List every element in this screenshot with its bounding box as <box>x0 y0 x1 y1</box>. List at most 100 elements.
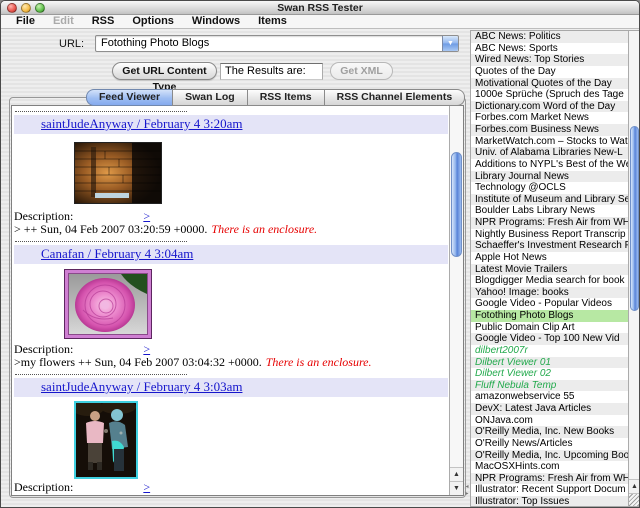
list-item[interactable]: Univ. of Alabama Libraries New-L <box>471 147 628 159</box>
menu-windows[interactable]: Windows <box>183 15 249 28</box>
list-item[interactable]: dilbert2007r <box>471 345 628 357</box>
list-item[interactable]: O'Reilly Media, Inc. Upcoming Boo <box>471 450 628 462</box>
more-link[interactable]: > <box>143 480 150 494</box>
list-item[interactable]: NPR Programs: Fresh Air from WH <box>471 217 628 229</box>
list-item[interactable]: Forbes.com Market News <box>471 112 628 124</box>
tab-feed-viewer[interactable]: Feed Viewer <box>86 89 173 106</box>
list-item[interactable]: Institute of Museum and Library Se <box>471 194 628 206</box>
list-item[interactable]: DevX: Latest Java Articles <box>471 403 628 415</box>
sidebar-h-scroll-arrows[interactable]: ◂ ▸ <box>464 484 470 498</box>
list-item[interactable]: Fluff Nebula Temp <box>471 380 628 392</box>
app-window: Swan RSS Tester FileEditRSSOptionsWindow… <box>0 0 640 508</box>
description-label: Description: <box>14 209 73 223</box>
list-item[interactable]: Illustrator: Top Issues <box>471 496 628 506</box>
list-item[interactable]: Dilbert Viewer 02 <box>471 368 628 380</box>
scroll-right-arrow-icon[interactable]: ▸ <box>464 491 470 498</box>
enclosure-note: There is an enclosure. <box>211 222 317 236</box>
entry-separator <box>15 374 187 375</box>
menu-bar: FileEditRSSOptionsWindowsItems <box>1 15 639 29</box>
window-resize-grip[interactable] <box>629 493 640 506</box>
list-item[interactable]: Motivational Quotes of the Day <box>471 78 628 90</box>
feed-entries: saintJudeAnyway / February 4 3:20am Descr… <box>13 106 449 494</box>
tab-rss-items[interactable]: RSS Items <box>247 89 325 106</box>
minimize-button[interactable] <box>21 3 31 13</box>
scroll-up-arrow-icon[interactable]: ▲ <box>450 467 463 481</box>
brick-wall-photo <box>74 142 162 204</box>
entry-description-row: Description: > <box>14 481 449 494</box>
sidebar-scroll-up-arrow-icon[interactable]: ▲ <box>629 479 640 493</box>
entry-date-text: >i saw a <box>14 493 54 494</box>
list-item[interactable]: Google Video - Top 100 New Vid <box>471 333 628 345</box>
tab-rss-channel-elements[interactable]: RSS Channel Elements <box>324 89 466 106</box>
menu-items[interactable]: Items <box>249 15 296 28</box>
entry-heading-band: saintJudeAnyway / February 4 3:03am <box>14 378 448 397</box>
list-item[interactable]: Technology @OCLS <box>471 182 628 194</box>
scroll-left-arrow-icon[interactable]: ◂ <box>464 484 470 491</box>
zoom-button[interactable] <box>35 3 45 13</box>
menu-edit[interactable]: Edit <box>44 15 83 28</box>
list-item[interactable]: Latest Movie Trailers <box>471 264 628 276</box>
window-title: Swan RSS Tester <box>277 2 363 14</box>
menu-options[interactable]: Options <box>123 15 183 28</box>
list-item[interactable]: Additions to NYPL's Best of the We <box>471 159 628 171</box>
scroll-down-arrow-icon[interactable]: ▼ <box>450 481 463 495</box>
list-item[interactable]: Nightly Business Report Transcrip <box>471 229 628 241</box>
get-url-content-type-button[interactable]: Get URL Content Type <box>112 62 217 80</box>
url-combobox-value: Fotothing Photo Blogs <box>101 37 209 49</box>
list-item[interactable]: ABC News: Politics <box>471 31 628 43</box>
list-item[interactable]: Boulder Labs Library News <box>471 205 628 217</box>
entry-title-link[interactable]: Canafan / February 4 3:04am <box>41 246 193 261</box>
tab-swan-log[interactable]: Swan Log <box>172 89 248 106</box>
feed-viewer-pane: saintJudeAnyway / February 4 3:20am Descr… <box>11 105 464 496</box>
sidebar-scrollbar-thumb[interactable] <box>630 126 639 311</box>
entry-title-link[interactable]: saintJudeAnyway / February 4 3:20am <box>41 116 242 131</box>
list-item[interactable]: O'Reilly News/Articles <box>471 438 628 450</box>
tab-strip: Feed ViewerSwan LogRSS ItemsRSS Channel … <box>86 89 465 106</box>
entry-separator <box>15 111 187 112</box>
more-link[interactable]: > <box>143 342 150 356</box>
entry-date-line: >my flowers ++ Sun, 04 Feb 2007 03:04:32… <box>14 356 449 369</box>
results-field[interactable]: The Results are: <box>220 63 323 80</box>
list-item[interactable]: ONJava.com <box>471 415 628 427</box>
feed-list-sidebar: ABC News: PoliticsABC News: SportsWired … <box>470 30 640 507</box>
list-item[interactable]: Google Video - Popular Videos <box>471 298 628 310</box>
chevron-down-icon[interactable]: ▼ <box>442 36 458 51</box>
more-link[interactable]: > <box>143 209 150 223</box>
get-xml-button[interactable]: Get XML <box>330 62 393 80</box>
description-label: Description: <box>14 342 73 356</box>
list-item[interactable]: Wired News: Top Stories <box>471 54 628 66</box>
url-combobox[interactable]: Fotothing Photo Blogs ▼ <box>95 35 459 52</box>
entry-heading-band: Canafan / February 4 3:04am <box>14 245 448 264</box>
list-item[interactable]: Public Domain Clip Art <box>471 322 628 334</box>
list-item[interactable]: MarketWatch.com – Stocks to Wat <box>471 136 628 148</box>
feed-vertical-scrollbar[interactable]: ▲ ▼ <box>449 106 463 495</box>
sidebar-vertical-scrollbar[interactable]: ▲ <box>628 31 640 506</box>
list-item[interactable]: Dictionary.com Word of the Day <box>471 101 628 113</box>
title-bar[interactable]: Swan RSS Tester <box>1 1 639 15</box>
list-item[interactable]: Blogdigger Media search for book <box>471 275 628 287</box>
close-button[interactable] <box>7 3 17 13</box>
menu-file[interactable]: File <box>7 15 44 28</box>
list-item[interactable]: Apple Hot News <box>471 252 628 264</box>
list-item[interactable]: Fotothing Photo Blogs <box>471 310 628 322</box>
list-item[interactable]: NPR Programs: Fresh Air from WH <box>471 473 628 485</box>
menu-rss[interactable]: RSS <box>83 15 124 28</box>
list-item[interactable]: Illustrator: Recent Support Docum <box>471 484 628 496</box>
list-item[interactable]: MacOSXHints.com <box>471 461 628 473</box>
description-label: Description: <box>14 480 73 494</box>
list-item[interactable]: Library Journal News <box>471 171 628 183</box>
list-item[interactable]: Yahoo! Image: books <box>471 287 628 299</box>
entry-heading-band: saintJudeAnyway / February 4 3:20am <box>14 115 448 134</box>
list-item[interactable]: Dilbert Viewer 01 <box>471 357 628 369</box>
list-item[interactable]: amazonwebservice 55 <box>471 391 628 403</box>
list-item[interactable]: O'Reilly Media, Inc. New Books <box>471 426 628 438</box>
entry-date-line: > ++ Sun, 04 Feb 2007 03:20:59 +0000.The… <box>14 223 449 236</box>
entry-title-link[interactable]: saintJudeAnyway / February 4 3:03am <box>41 379 242 394</box>
night-people-photo <box>74 401 138 479</box>
list-item[interactable]: Schaeffer's Investment Research P <box>471 240 628 252</box>
list-item[interactable]: Quotes of the Day <box>471 66 628 78</box>
list-item[interactable]: 1000e Sprüche (Spruch des Tage <box>471 89 628 101</box>
feed-scrollbar-thumb[interactable] <box>451 152 462 257</box>
list-item[interactable]: Forbes.com Business News <box>471 124 628 136</box>
list-item[interactable]: ABC News: Sports <box>471 43 628 55</box>
